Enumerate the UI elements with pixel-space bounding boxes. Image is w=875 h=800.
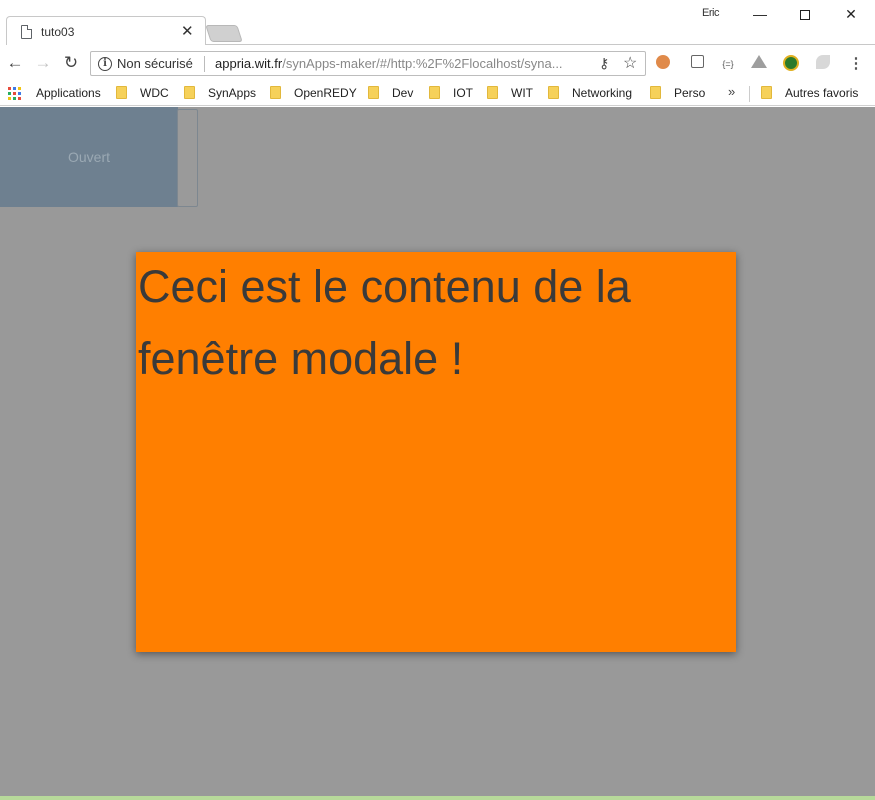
bookmark-folder[interactable]: Dev bbox=[368, 86, 413, 100]
profile-name[interactable]: Eric bbox=[702, 7, 719, 19]
bookmark-folder[interactable]: WDC bbox=[116, 86, 169, 100]
folder-icon bbox=[487, 86, 498, 99]
browser-toolbar: ← → ↻ i Non sécurisé appria.wit.fr/synAp… bbox=[0, 45, 875, 81]
button-handle[interactable] bbox=[177, 109, 198, 207]
extension-copy-icon[interactable] bbox=[688, 55, 706, 73]
url-host: appria.wit.fr bbox=[215, 56, 283, 71]
page-overlay[interactable]: Ouvert Ceci est le contenu de la fenêtre… bbox=[0, 107, 875, 800]
browser-titlebar: tuto03 ✕ Eric — ✕ bbox=[0, 0, 875, 46]
extension-json-icon[interactable]: {=} bbox=[719, 55, 737, 73]
address-separator bbox=[204, 56, 205, 72]
maximize-button[interactable] bbox=[782, 2, 828, 28]
folder-icon bbox=[270, 86, 281, 99]
document-icon bbox=[21, 25, 32, 39]
folder-icon bbox=[116, 86, 127, 99]
folder-icon bbox=[184, 86, 195, 99]
forward-button[interactable]: → bbox=[32, 52, 54, 74]
new-tab-button[interactable] bbox=[205, 25, 243, 42]
bookmark-folder[interactable]: Networking bbox=[548, 86, 632, 100]
bookmark-applications[interactable]: Applications bbox=[36, 86, 101, 100]
security-label[interactable]: Non sécurisé bbox=[117, 56, 193, 71]
info-icon[interactable]: i bbox=[98, 57, 112, 71]
bookmark-folder[interactable]: Perso bbox=[650, 86, 705, 100]
back-button[interactable]: ← bbox=[4, 52, 26, 74]
browser-tab[interactable]: tuto03 ✕ bbox=[6, 16, 206, 46]
bookmark-folder[interactable]: SynApps bbox=[184, 86, 256, 100]
folder-icon bbox=[548, 86, 559, 99]
bookmarks-separator bbox=[749, 86, 750, 102]
extension-person-icon[interactable] bbox=[654, 55, 672, 73]
folder-icon bbox=[368, 86, 379, 99]
tab-title: tuto03 bbox=[41, 25, 75, 39]
bookmark-other-favorites[interactable]: Autres favoris bbox=[761, 86, 858, 100]
extension-leaf-icon[interactable] bbox=[814, 55, 832, 73]
bookmark-star-icon[interactable]: ☆ bbox=[623, 53, 637, 73]
url-text[interactable]: appria.wit.fr/synApps-maker/#/http:%2F%2… bbox=[215, 56, 595, 71]
reload-button[interactable]: ↻ bbox=[60, 52, 82, 74]
extension-drive-icon[interactable] bbox=[750, 55, 768, 73]
bookmark-folder[interactable]: WIT bbox=[487, 86, 533, 100]
address-bar[interactable]: i Non sécurisé appria.wit.fr/synApps-mak… bbox=[90, 51, 646, 76]
window-bottom-border bbox=[0, 796, 875, 800]
maximize-icon bbox=[800, 10, 810, 21]
menu-button[interactable]: ⋮ bbox=[847, 55, 865, 73]
tab-close-button[interactable]: ✕ bbox=[181, 22, 194, 40]
minimize-button[interactable]: — bbox=[737, 2, 783, 28]
folder-icon bbox=[650, 86, 661, 99]
bookmarks-more-button[interactable]: » bbox=[728, 84, 735, 99]
modal-window: Ceci est le contenu de la fenêtre modale… bbox=[136, 252, 736, 652]
url-path: /synApps-maker/#/http:%2F%2Flocalhost/sy… bbox=[282, 56, 563, 71]
folder-icon bbox=[429, 86, 440, 99]
bookmarks-bar: Applications WDC SynApps OpenREDY Dev IO… bbox=[0, 81, 875, 106]
modal-content-text: Ceci est le contenu de la fenêtre modale… bbox=[138, 261, 631, 384]
apps-grid-icon[interactable] bbox=[8, 87, 21, 100]
close-window-button[interactable]: ✕ bbox=[828, 2, 874, 28]
bookmark-folder[interactable]: IOT bbox=[429, 86, 473, 100]
bookmark-folder[interactable]: OpenREDY bbox=[270, 86, 357, 100]
open-button[interactable]: Ouvert bbox=[0, 107, 178, 207]
folder-icon bbox=[761, 86, 772, 99]
key-icon[interactable]: ⚷ bbox=[599, 55, 609, 72]
extension-globe-icon[interactable] bbox=[782, 55, 800, 73]
